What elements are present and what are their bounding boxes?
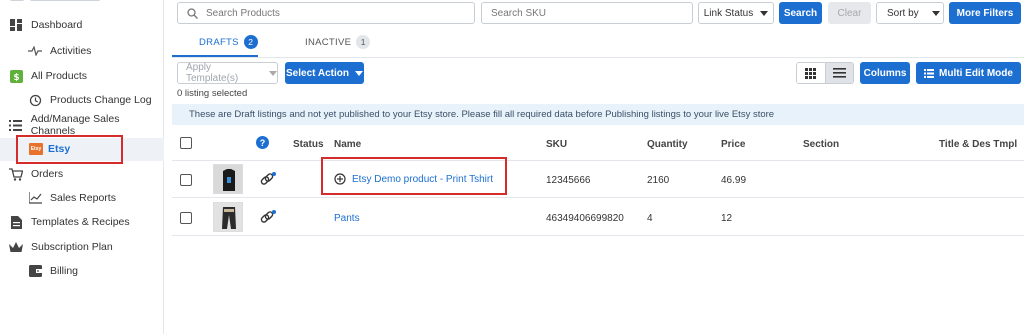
- clear-button[interactable]: Clear: [828, 2, 871, 24]
- table-row[interactable]: Etsy Demo product - Print Tshirt 1234566…: [172, 161, 1024, 198]
- sidebar-item-label: Billing: [50, 265, 79, 277]
- price-cell: 12: [721, 213, 733, 224]
- list-view-button[interactable]: [824, 63, 853, 83]
- quantity-cell: 4: [647, 213, 653, 224]
- search-button[interactable]: Search: [779, 2, 822, 24]
- sidebar-item-label: Subscription Plan: [31, 241, 113, 253]
- column-header-quantity[interactable]: Quantity: [647, 139, 688, 150]
- sku-cell: 46349406699820: [546, 213, 624, 224]
- sku-cell: 12345666: [546, 175, 591, 186]
- link-icon[interactable]: [260, 172, 276, 190]
- search-sku-placeholder: Search SKU: [491, 7, 547, 19]
- notice-text: These are Draft listings and not yet pub…: [189, 109, 775, 120]
- draft-notice-banner: These are Draft listings and not yet pub…: [172, 104, 1024, 125]
- sidebar-item-label: Templates & Recipes: [31, 216, 130, 228]
- sidebar-item-add-manage-channels[interactable]: Add/Manage Sales Channels: [0, 113, 164, 137]
- sidebar-item-label: Dashboard: [31, 19, 83, 31]
- sidebar-item-label: Activities: [50, 45, 92, 57]
- cart-icon: [9, 167, 23, 181]
- quantity-cell: 2160: [647, 175, 670, 186]
- document-icon: [9, 215, 23, 229]
- table-row[interactable]: Pants 46349406699820 4 12: [172, 199, 1024, 236]
- select-all-checkbox[interactable]: [180, 137, 192, 149]
- row-checkbox[interactable]: [180, 174, 192, 186]
- list-lines-icon: [832, 68, 846, 78]
- link-icon[interactable]: [260, 210, 276, 228]
- sidebar-item-sales-reports[interactable]: Sales Reports: [0, 186, 164, 210]
- search-sku-input[interactable]: Search SKU: [481, 2, 693, 24]
- price-cell: 46.99: [721, 175, 747, 186]
- sidebar-truncated-header: [0, 0, 164, 4]
- tabs-divider: [172, 57, 1024, 58]
- chevron-down-icon: [931, 10, 940, 16]
- product-name-link[interactable]: Pants: [334, 213, 360, 224]
- table-list-icon: [924, 68, 935, 78]
- product-thumbnail-pants[interactable]: [213, 202, 243, 232]
- sidebar-item-label: Products Change Log: [50, 94, 152, 106]
- shopping-bag-icon: $: [9, 69, 23, 83]
- sidebar-item-label: Add/Manage Sales Channels: [30, 113, 120, 137]
- view-toggle: [796, 62, 854, 84]
- sidebar-item-dashboard[interactable]: Dashboard: [0, 13, 164, 37]
- column-header-status[interactable]: Status: [293, 139, 324, 150]
- chevron-down-icon: [354, 70, 363, 76]
- highlight-box-product-name: [321, 157, 507, 195]
- sidebar-item-templates[interactable]: Templates & Recipes: [0, 210, 164, 234]
- multi-edit-mode-button[interactable]: Multi Edit Mode: [916, 62, 1021, 84]
- more-filters-button[interactable]: More Filters: [949, 2, 1021, 24]
- search-products-placeholder: Search Products: [206, 7, 280, 19]
- help-icon[interactable]: ?: [256, 136, 269, 149]
- column-header-sku[interactable]: SKU: [546, 139, 567, 150]
- link-status-dropdown[interactable]: Link Status: [698, 2, 774, 24]
- list-icon: [9, 118, 23, 132]
- dashboard-icon: [9, 18, 23, 32]
- chevron-down-icon: [760, 10, 769, 16]
- sidebar-item-all-products[interactable]: $ All Products: [0, 64, 164, 88]
- history-icon: [28, 93, 42, 107]
- svg-text:$: $: [13, 73, 19, 83]
- column-header-section[interactable]: Section: [803, 139, 839, 150]
- activity-pulse-icon: [28, 44, 42, 58]
- table-header: ? Status Name SKU Quantity Price Section…: [172, 131, 1024, 161]
- select-action-label: Select Action: [286, 67, 349, 79]
- grid-view-button[interactable]: [797, 63, 825, 83]
- row-checkbox[interactable]: [180, 212, 192, 224]
- crown-icon: [9, 240, 23, 254]
- search-products-input[interactable]: Search Products: [177, 2, 475, 24]
- wallet-icon: [28, 264, 42, 278]
- grid-icon: [805, 67, 817, 79]
- sidebar-item-activities[interactable]: Activities: [0, 39, 164, 63]
- sidebar-item-label: Orders: [31, 168, 64, 180]
- highlight-box-etsy: [16, 135, 123, 164]
- sidebar-item-label: Sales Reports: [50, 192, 116, 204]
- tab-drafts[interactable]: DRAFTS 2: [199, 35, 258, 49]
- tab-inactive[interactable]: INACTIVE 1: [305, 35, 371, 49]
- column-header-name[interactable]: Name: [334, 139, 361, 150]
- link-status-label: Link Status: [703, 7, 754, 19]
- sidebar-item-products-change-log[interactable]: Products Change Log: [0, 88, 164, 112]
- apply-template-select[interactable]: Apply Template(s): [177, 62, 278, 84]
- chart-line-icon: [28, 191, 42, 205]
- select-action-button[interactable]: Select Action: [285, 62, 364, 84]
- chevron-down-icon: [269, 70, 277, 76]
- sort-by-label: Sort by: [887, 7, 919, 19]
- search-icon: [187, 7, 198, 19]
- sidebar-item-orders[interactable]: Orders: [0, 162, 164, 186]
- sidebar-item-subscription[interactable]: Subscription Plan: [0, 235, 164, 259]
- apply-template-placeholder: Apply Template(s): [186, 62, 239, 84]
- selection-status: 0 listing selected: [177, 88, 248, 99]
- columns-button[interactable]: Columns: [860, 62, 910, 84]
- sidebar: Dashboard Activities $ All Products Prod…: [0, 0, 164, 334]
- product-thumbnail-tshirt[interactable]: [213, 164, 243, 194]
- sort-by-dropdown[interactable]: Sort by: [876, 2, 944, 24]
- multi-edit-label: Multi Edit Mode: [939, 67, 1013, 79]
- tab-count-badge: 1: [356, 35, 371, 49]
- tab-count-badge: 2: [243, 35, 258, 49]
- sidebar-item-billing[interactable]: Billing: [0, 259, 164, 283]
- column-header-title-des-tmpl[interactable]: Title & Des Tmpl: [939, 139, 1017, 150]
- column-header-price[interactable]: Price: [721, 139, 745, 150]
- tab-label: DRAFTS: [199, 36, 239, 48]
- tab-label: INACTIVE: [305, 36, 352, 48]
- sidebar-item-label: All Products: [31, 70, 88, 82]
